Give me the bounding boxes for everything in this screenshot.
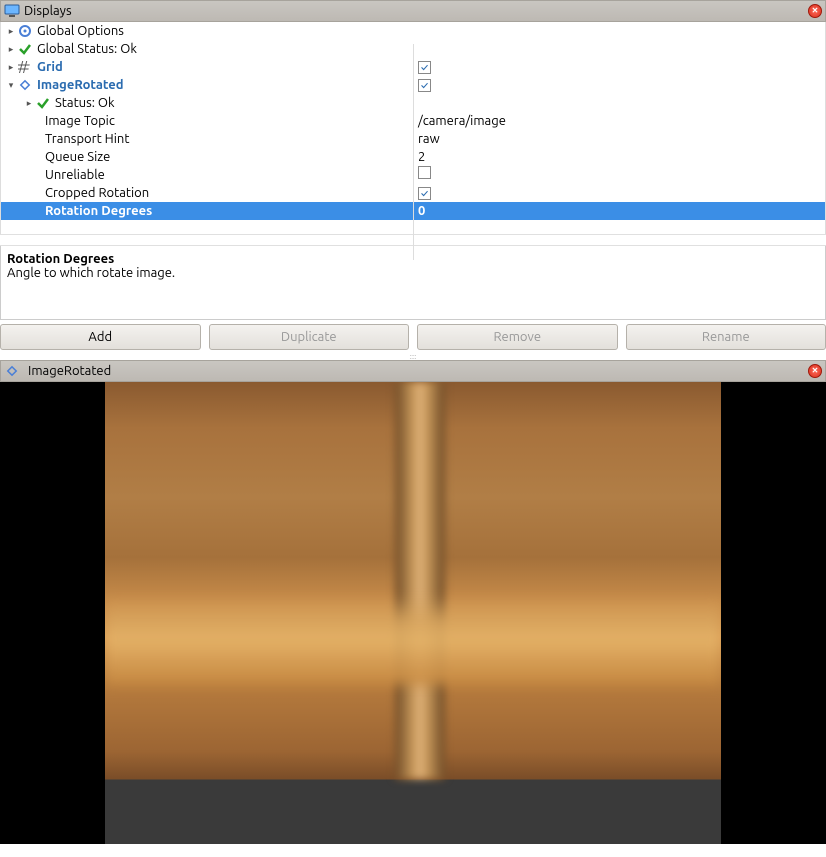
displays-panel-header: Displays [0, 0, 826, 22]
expand-arrow-icon[interactable]: ▸ [5, 22, 17, 40]
image-topic-value[interactable]: /camera/image [414, 112, 825, 130]
remove-button[interactable]: Remove [417, 324, 618, 350]
image-panel-header: ImageRotated [0, 360, 826, 382]
check-icon [17, 42, 33, 56]
collapse-arrow-icon[interactable]: ▾ [5, 76, 17, 94]
monitor-icon [4, 4, 20, 18]
rename-button[interactable]: Rename [626, 324, 826, 350]
diamond-icon [4, 364, 20, 378]
close-icon[interactable] [808, 4, 822, 18]
check-icon [35, 96, 51, 110]
displays-panel-title: Displays [24, 4, 72, 18]
image-viewport [0, 382, 826, 844]
description-text: Angle to which rotate image. [7, 266, 819, 280]
diamond-icon [17, 78, 33, 92]
tree-item-global-options[interactable]: ▸ Global Options [1, 22, 825, 40]
queue-size-value[interactable]: 2 [414, 148, 825, 166]
button-row: Add Duplicate Remove Rename [0, 320, 826, 354]
expand-arrow-icon[interactable]: ▸ [23, 94, 35, 112]
add-button[interactable]: Add [0, 324, 201, 350]
expand-arrow-icon[interactable]: ▸ [5, 58, 17, 76]
rotation-degrees-value[interactable]: 0 [414, 202, 825, 220]
grid-icon [17, 60, 33, 74]
image-rotated-checkbox[interactable]: ✓ [418, 79, 431, 92]
expand-arrow-icon[interactable]: ▸ [5, 40, 17, 58]
cropped-rotation-checkbox[interactable]: ✓ [418, 187, 431, 200]
duplicate-button[interactable]: Duplicate [209, 324, 410, 350]
close-icon[interactable] [808, 364, 822, 378]
image-panel-title: ImageRotated [28, 364, 111, 378]
grid-checkbox[interactable]: ✓ [418, 61, 431, 74]
unreliable-checkbox[interactable] [418, 166, 431, 179]
gear-icon [17, 24, 33, 38]
camera-image [105, 382, 721, 844]
transport-hint-value[interactable]: raw [414, 130, 825, 148]
